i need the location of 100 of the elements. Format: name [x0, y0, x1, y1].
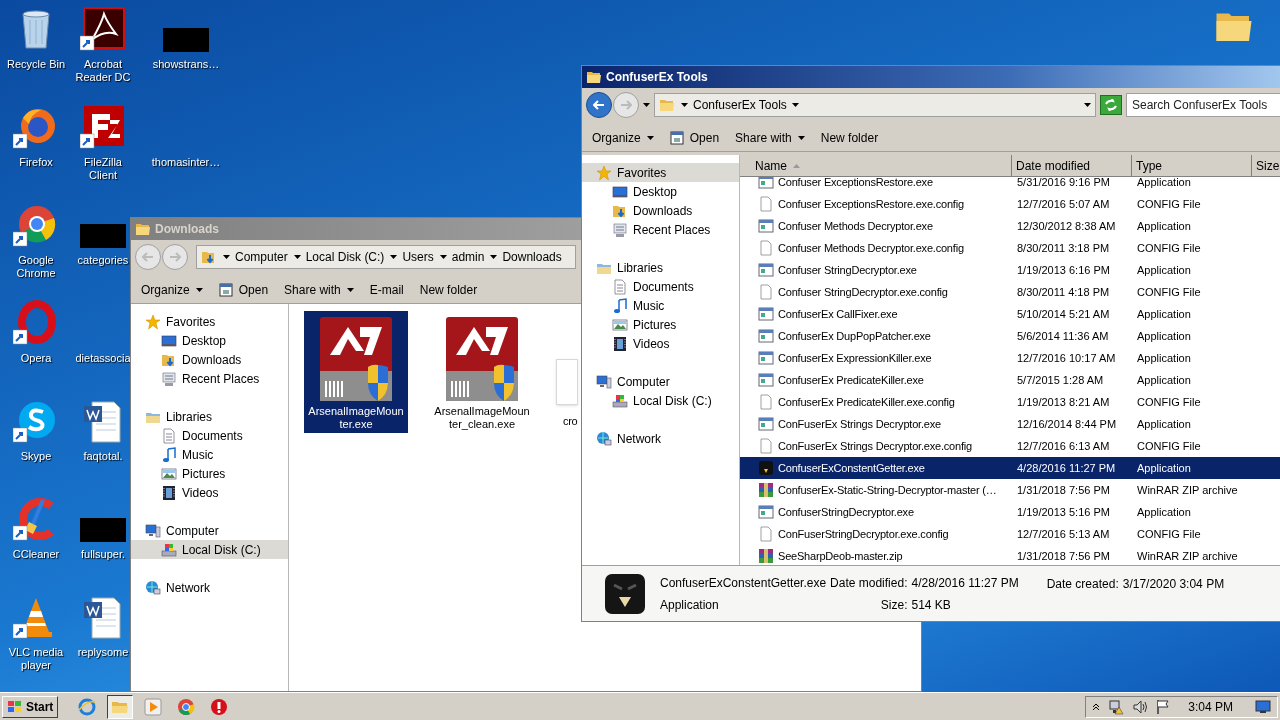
- navigation-item[interactable]: Documents: [582, 277, 739, 296]
- toolbar-button[interactable]: Organize: [592, 128, 654, 147]
- file-row[interactable]: Confuser Methods Decryptor.exe 12/30/2012 8:38 AM Application: [740, 215, 1280, 237]
- navigation-item[interactable]: Music: [582, 296, 739, 315]
- file-row[interactable]: ConFuserStringDecryptor.exe.config 12/7/2016 5:13 AM CONFIG File: [740, 523, 1280, 545]
- taskbar-app-button[interactable]: [107, 694, 134, 719]
- column-header[interactable]: Size: [1252, 155, 1280, 177]
- toolbar-button[interactable]: New folder: [419, 280, 478, 299]
- file-row[interactable]: Confuser StringDecryptor.exe.config 8/30/2011 4:18 PM CONFIG File: [740, 281, 1280, 303]
- file-row[interactable]: ConfuserEx CallFixer.exe 5/10/2014 5:21 AM Application: [740, 303, 1280, 325]
- address-bar[interactable]: ConfuserEx Tools: [654, 93, 1096, 117]
- file-row[interactable]: ConfuserEx PredicateKiller.exe 5/7/2015 1:28 AM Application: [740, 369, 1280, 391]
- file-type: WinRAR ZIP archive: [1136, 548, 1239, 564]
- forward-arrow-icon: [169, 252, 181, 262]
- address-bar[interactable]: Computer Local Disk (C:) Users admin Downloads: [196, 245, 576, 269]
- desktop-icon-label[interactable]: Opera: [20, 352, 52, 365]
- desktop-icon-label[interactable]: faqtotal.: [83, 450, 123, 463]
- desktop-icon-label[interactable]: Google Chrome: [0, 254, 72, 280]
- ftp-app-icon: [80, 104, 126, 150]
- navigation-item[interactable]: Libraries: [131, 407, 288, 426]
- toolbar-button[interactable]: Open: [669, 128, 720, 147]
- file-row[interactable]: ConfuserEx ExpressionKiller.exe 12/7/2016 10:17 AM Application: [740, 347, 1280, 369]
- start-button[interactable]: Start: [2, 695, 59, 718]
- file-row[interactable]: Confuser StringDecryptor.exe 1/19/2013 6:16 PM Application: [740, 259, 1280, 281]
- clock-time[interactable]: 3:04 PM: [1188, 697, 1233, 716]
- navigation-item[interactable]: Favorites: [131, 312, 288, 331]
- file-name: ConfuserExConstentGetter.exe: [778, 460, 925, 476]
- file-row[interactable]: ConfuserEx PredicateKiller.exe.config 1/19/2013 8:21 AM CONFIG File: [740, 391, 1280, 413]
- navigation-item[interactable]: Pictures: [582, 315, 739, 334]
- navigation-item[interactable]: Documents: [131, 426, 288, 445]
- file-row[interactable]: Confuser Methods Decryptor.exe.config 8/30/2011 3:18 PM CONFIG File: [740, 237, 1280, 259]
- navigation-item[interactable]: Downloads: [582, 201, 739, 220]
- desktop-icon-label[interactable]: replysome: [77, 646, 129, 659]
- file-row[interactable]: ConfuserStringDecryptor.exe 1/19/2013 5:16 PM Application: [740, 501, 1280, 523]
- navigation-item[interactable]: Downloads: [131, 350, 288, 369]
- toolbar-button[interactable]: Organize: [141, 280, 203, 299]
- file-item[interactable]: ArsenalImageMounter_clean.exe: [430, 311, 534, 433]
- desktop-icon-label[interactable]: fullsuper.: [81, 548, 125, 561]
- file-item[interactable]: ArsenalImageMounter.exe: [304, 311, 408, 433]
- column-header[interactable]: Type: [1132, 155, 1252, 177]
- navigation-item[interactable]: Recent Places: [582, 220, 739, 239]
- desktop-icon-label[interactable]: thomasinter…: [151, 156, 221, 169]
- forward-button[interactable]: [162, 244, 188, 270]
- file-row[interactable]: Confuser ExceptionsRestore.exe 5/31/2016 9:16 PM Application: [740, 177, 1280, 193]
- file-row[interactable]: Confuser ExceptionsRestore.exe.config 12/7/2016 5:07 AM CONFIG File: [740, 193, 1280, 215]
- breadcrumb-item[interactable]: Computer: [235, 248, 288, 266]
- desktop-icon-label[interactable]: Acrobat Reader DC: [72, 58, 134, 84]
- toolbar-button[interactable]: Open: [218, 280, 269, 299]
- chevron-up-icon: [1092, 702, 1101, 711]
- file-type: Application: [1136, 350, 1192, 366]
- toolbar-button[interactable]: E-mail: [369, 280, 404, 299]
- desktop-icon-label[interactable]: Recycle Bin: [6, 58, 66, 71]
- navigation-item[interactable]: Desktop: [131, 331, 288, 350]
- navigation-item[interactable]: Local Disk (C:): [131, 540, 288, 559]
- navigation-item[interactable]: Recent Places: [131, 369, 288, 388]
- toolbar-button[interactable]: Share with: [284, 280, 354, 299]
- refresh-icon: [1104, 99, 1118, 111]
- navigation-item[interactable]: Network: [131, 578, 288, 597]
- desktop-icon-label[interactable]: VLC media player: [0, 646, 72, 672]
- file-row[interactable]: ConFuserEx Strings Decryptor.exe 12/16/2014 8:44 PM Application: [740, 413, 1280, 435]
- navigation-item[interactable]: Desktop: [582, 182, 739, 201]
- toolbar-button[interactable]: New folder: [820, 128, 879, 147]
- navigation-item[interactable]: Libraries: [582, 258, 739, 277]
- desktop-icon-label[interactable]: Skype: [20, 450, 52, 463]
- desktop-icon-label[interactable]: categories: [77, 254, 129, 267]
- breadcrumb-item[interactable]: ConfuserEx Tools: [693, 96, 787, 114]
- navigation-item[interactable]: Pictures: [131, 464, 288, 483]
- caret-icon: [223, 255, 230, 259]
- file-row[interactable]: ConfuserExConstentGetter.exe 4/28/2016 11:27 PM Application: [740, 457, 1280, 479]
- breadcrumb-item[interactable]: Local Disk (C:): [305, 248, 385, 266]
- navigation-item[interactable]: Favorites: [582, 163, 739, 182]
- file-row[interactable]: ConfuserEx DupPopPatcher.exe 5/6/2014 11:36 AM Application: [740, 325, 1280, 347]
- desktop-icon-label[interactable]: CCleaner: [12, 548, 60, 561]
- desktop-icon-label[interactable]: showstrans…: [152, 58, 220, 71]
- breadcrumb-item[interactable]: Users: [402, 248, 434, 266]
- navigation-item[interactable]: Videos: [582, 334, 739, 353]
- navigation-item[interactable]: Computer: [582, 372, 739, 391]
- navigation-item[interactable]: Music: [131, 445, 288, 464]
- back-button[interactable]: [586, 92, 612, 118]
- file-item[interactable]: cro: [556, 311, 580, 430]
- search-field[interactable]: Search ConfuserEx Tools: [1126, 93, 1280, 117]
- desktop-icon-label[interactable]: FileZilla Client: [72, 156, 134, 182]
- navigation-item[interactable]: Local Disk (C:): [582, 391, 739, 410]
- navigation-item[interactable]: Computer: [131, 521, 288, 540]
- navigation-item[interactable]: Videos: [131, 483, 288, 502]
- file-name: ConFuserEx Strings Decryptor.exe: [778, 416, 941, 432]
- refresh-button[interactable]: [1100, 95, 1122, 115]
- breadcrumb-item[interactable]: Downloads: [502, 248, 562, 266]
- file-type: CONFIG File: [1136, 240, 1202, 256]
- file-row[interactable]: SeeSharpDeob-master.zip 1/31/2018 7:56 PM WinRAR ZIP archive: [740, 545, 1280, 565]
- toolbar-button[interactable]: Share with: [735, 128, 805, 147]
- film-icon: [161, 484, 177, 501]
- column-header[interactable]: Name: [740, 155, 1012, 177]
- breadcrumb-item[interactable]: admin: [451, 248, 485, 266]
- desktop-icon-label[interactable]: dietassocia: [75, 352, 131, 365]
- desktop-icon-label[interactable]: Firefox: [19, 156, 53, 169]
- column-header[interactable]: Date modified: [1012, 155, 1132, 177]
- file-row[interactable]: ConfuserEx-Static-String-Decryptor-master (… 1/31/2018 7:56 PM WinRAR ZIP archive: [740, 479, 1280, 501]
- navigation-item[interactable]: Network: [582, 429, 739, 448]
- file-row[interactable]: ConFuserEx Strings Decryptor.exe.config 12/7/2016 6:13 AM CONFIG File: [740, 435, 1280, 457]
